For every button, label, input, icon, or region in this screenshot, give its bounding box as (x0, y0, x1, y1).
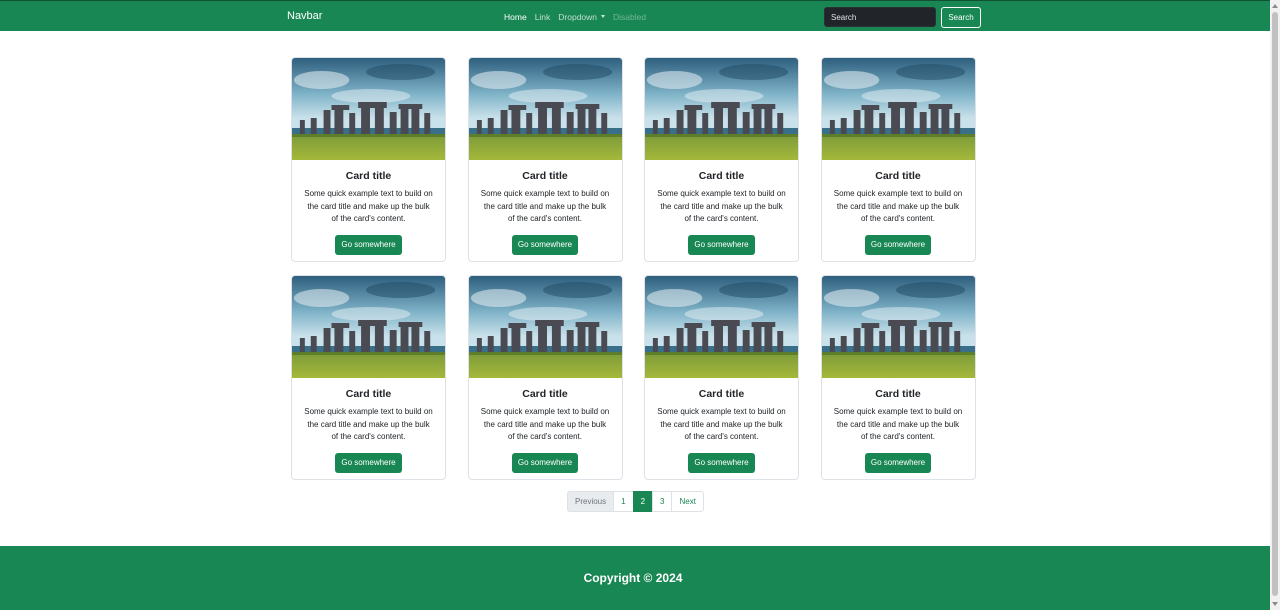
card-text: Some quick example text to build on the … (480, 189, 610, 223)
card: Card title Some quick example text to bu… (644, 275, 799, 480)
pagination-page-2[interactable]: 2 (632, 491, 654, 512)
card-image (468, 58, 622, 160)
card-title: Card title (345, 170, 392, 182)
go-somewhere-button[interactable]: Go somewhere (864, 234, 932, 255)
card-body: Card title Some quick example text to bu… (292, 378, 445, 473)
card-image (468, 276, 622, 378)
card: Card title Some quick example text to bu… (291, 57, 446, 262)
nav-dropdown-label: Dropdown (558, 12, 598, 22)
go-somewhere-button[interactable]: Go somewhere (511, 452, 579, 473)
go-somewhere-button[interactable]: Go somewhere (688, 452, 755, 473)
card-text: Some quick example text to build on the … (657, 189, 786, 223)
go-somewhere-button[interactable]: Go somewhere (864, 452, 932, 473)
card-text: Some quick example text to build on the … (657, 407, 786, 441)
card-body: Card title Some quick example text to bu… (822, 160, 975, 255)
go-somewhere-button[interactable]: Go somewhere (511, 234, 579, 255)
card-text: Some quick example text to build on the … (833, 189, 963, 223)
card-grid: Card title Some quick example text to bu… (291, 57, 976, 480)
vertical-scrollbar[interactable] (1270, 0, 1280, 610)
pagination-page-3[interactable]: 3 (652, 491, 673, 512)
card-text: Some quick example text to build on the … (480, 407, 610, 441)
card-body: Card title Some quick example text to bu… (469, 160, 622, 255)
pagination-page-1[interactable]: 1 (613, 491, 634, 512)
card-image (645, 58, 798, 160)
card-image (292, 276, 445, 378)
card-image (292, 58, 445, 160)
card-title: Card title (698, 170, 745, 182)
card-title: Card title (522, 170, 568, 182)
go-somewhere-button[interactable]: Go somewhere (335, 234, 402, 255)
search-input[interactable] (824, 7, 936, 27)
footer: Copyright © 2024 (0, 546, 1270, 610)
card: Card title Some quick example text to bu… (644, 57, 799, 262)
nav-link-link[interactable]: Link (535, 12, 551, 22)
card: Card title Some quick example text to bu… (820, 57, 976, 262)
navbar-brand[interactable]: Navbar (287, 10, 322, 23)
card-body: Card title Some quick example text to bu… (645, 378, 798, 473)
card: Card title Some quick example text to bu… (467, 275, 623, 480)
search-button[interactable]: Search (941, 7, 981, 28)
go-somewhere-button[interactable]: Go somewhere (335, 452, 402, 473)
navbar: Navbar Home Link Dropdown Disabled Searc… (0, 0, 1270, 31)
card-text: Some quick example text to build on the … (833, 407, 963, 441)
card-text: Some quick example text to build on the … (304, 407, 433, 441)
card-title: Card title (345, 388, 392, 400)
nav-links: Home Link Dropdown Disabled (504, 12, 646, 22)
card-title: Card title (698, 388, 745, 400)
card: Card title Some quick example text to bu… (467, 57, 623, 262)
pagination: Previous 1 2 3 Next (567, 491, 704, 512)
card-title: Card title (875, 170, 921, 182)
card-title: Card title (522, 388, 568, 400)
card-body: Card title Some quick example text to bu… (822, 378, 975, 473)
caret-down-icon (601, 15, 606, 18)
card-title: Card title (875, 388, 921, 400)
pagination-next[interactable]: Next (671, 491, 704, 512)
scrollbar-thumb[interactable] (1272, 12, 1278, 596)
card-body: Card title Some quick example text to bu… (292, 160, 445, 255)
card-text: Some quick example text to build on the … (304, 189, 433, 223)
card-image (821, 58, 975, 160)
go-somewhere-button[interactable]: Go somewhere (688, 234, 755, 255)
footer-copyright: Copyright © 2024 (583, 571, 683, 585)
scroll-down-arrow-icon[interactable] (1272, 602, 1278, 606)
card: Card title Some quick example text to bu… (820, 275, 976, 480)
nav-link-disabled: Disabled (613, 12, 647, 22)
nav-link-home[interactable]: Home (504, 12, 527, 22)
pagination-previous: Previous (567, 491, 615, 512)
search-form: Search (824, 7, 981, 28)
card-body: Card title Some quick example text to bu… (469, 378, 622, 473)
card: Card title Some quick example text to bu… (291, 275, 446, 480)
nav-dropdown-toggle[interactable]: Dropdown (558, 12, 606, 22)
card-image (821, 276, 975, 378)
scroll-up-arrow-icon[interactable] (1272, 4, 1278, 8)
card-image (645, 276, 798, 378)
card-body: Card title Some quick example text to bu… (645, 160, 798, 255)
